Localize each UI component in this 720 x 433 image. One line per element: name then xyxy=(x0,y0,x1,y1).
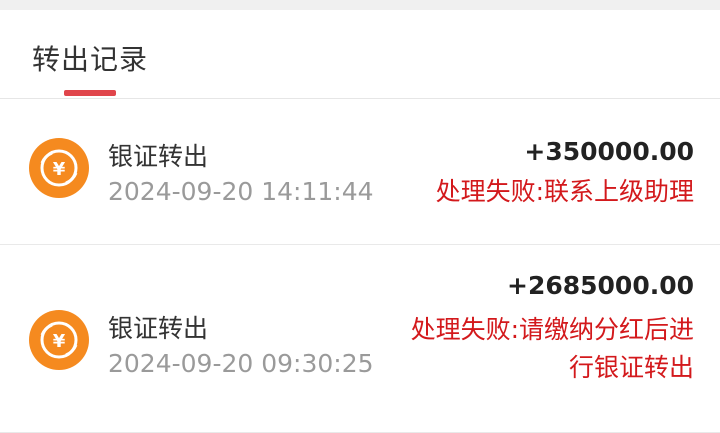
svg-text:¥: ¥ xyxy=(53,159,66,180)
record-status: 处理失败:请缴纳分红后进行银证转出 xyxy=(410,315,694,382)
list-item[interactable]: ¥ 银证转出 2024-09-20 14:11:44 +350000.00 处理… xyxy=(0,99,720,245)
top-strip xyxy=(0,0,720,10)
record-status: 处理失败:联系上级助理 xyxy=(435,177,694,206)
record-list: ¥ 银证转出 2024-09-20 14:11:44 +350000.00 处理… xyxy=(0,99,720,433)
svg-text:¥: ¥ xyxy=(53,331,66,352)
record-time: 2024-09-20 09:30:25 xyxy=(108,349,374,378)
yuan-coin-icon: ¥ xyxy=(28,309,90,371)
active-tab-indicator xyxy=(64,90,116,96)
record-amount: +2685000.00 xyxy=(507,271,694,300)
tab-header: 转出记录 xyxy=(0,10,720,99)
tab-transfer-out-records[interactable]: 转出记录 xyxy=(32,38,148,78)
record-amount: +350000.00 xyxy=(524,137,694,166)
record-title: 银证转出 xyxy=(108,142,209,171)
record-time: 2024-09-20 14:11:44 xyxy=(108,177,374,206)
record-title: 银证转出 xyxy=(108,314,209,343)
list-item[interactable]: ¥ 银证转出 2024-09-20 09:30:25 +2685000.00 处… xyxy=(0,245,720,433)
yuan-coin-icon: ¥ xyxy=(28,137,90,199)
